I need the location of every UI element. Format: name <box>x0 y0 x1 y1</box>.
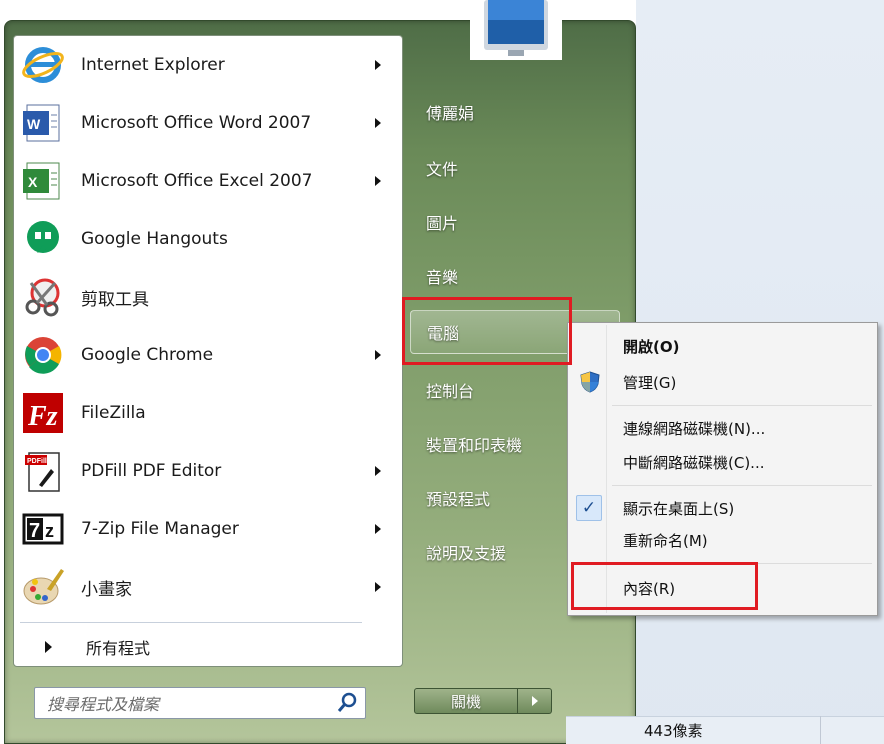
menu-item-rename[interactable]: 重新命名(M) <box>570 523 875 557</box>
link-label: 預設程式 <box>426 490 491 509</box>
menu-item-disconnect-network-drive[interactable]: 中斷網路磁碟機(C)... <box>570 445 875 479</box>
menu-separator <box>612 405 872 406</box>
link-user-folder[interactable]: 傅麗娟 <box>410 90 620 134</box>
highlight-properties <box>571 562 758 610</box>
menu-separator <box>612 485 872 486</box>
link-label: 控制台 <box>426 382 475 401</box>
submenu-arrow-icon <box>375 176 381 186</box>
hangouts-icon <box>19 215 67 263</box>
menu-item-label: 連線網路磁碟機(N)... <box>623 419 766 438</box>
menu-item-label: 顯示在桌面上(S) <box>623 499 735 518</box>
program-word-2007[interactable]: W Microsoft Office Word 2007 <box>17 96 399 150</box>
link-label: 圖片 <box>426 214 459 233</box>
paint-icon <box>19 563 67 611</box>
program-label: Google Hangouts <box>81 229 228 249</box>
program-label: Internet Explorer <box>81 55 225 75</box>
status-text: 443像素 <box>644 722 703 740</box>
link-label: 音樂 <box>426 268 459 287</box>
program-label: Google Chrome <box>81 345 214 365</box>
search-placeholder: 搜尋程式及檔案 <box>47 695 160 714</box>
shutdown-label: 關機 <box>450 692 481 711</box>
link-pictures[interactable]: 圖片 <box>410 200 620 244</box>
excel-icon: X <box>19 157 67 205</box>
program-label: 小畫家 <box>81 579 132 600</box>
program-excel-2007[interactable]: X Microsoft Office Excel 2007 <box>17 154 399 208</box>
link-music[interactable]: 音樂 <box>410 254 620 298</box>
7zip-icon: 7z <box>19 505 67 553</box>
menu-item-map-network-drive[interactable]: 連線網路磁碟機(N)... <box>570 411 875 445</box>
search-icon[interactable] <box>335 691 359 715</box>
program-google-chrome[interactable]: Google Chrome <box>17 328 399 382</box>
submenu-arrow-icon <box>375 582 381 592</box>
status-divider <box>820 716 821 744</box>
svg-text:X: X <box>28 174 38 190</box>
highlight-computer <box>402 297 572 365</box>
pdfill-icon: PDFill <box>19 447 67 495</box>
menu-item-label: 開啟(O) <box>623 337 680 356</box>
link-label: 文件 <box>426 160 459 179</box>
program-google-hangouts[interactable]: Google Hangouts <box>17 212 399 266</box>
all-programs-label: 所有程式 <box>86 639 151 658</box>
menu-item-label: 中斷網路磁碟機(C)... <box>623 453 765 472</box>
chevron-right-icon <box>531 696 538 706</box>
svg-text:Fz: Fz <box>27 401 58 432</box>
program-label: Microsoft Office Word 2007 <box>81 113 312 133</box>
submenu-arrow-icon <box>375 60 381 70</box>
link-label: 裝置和印表機 <box>426 436 523 455</box>
status-bar <box>566 716 884 744</box>
search-input[interactable]: 搜尋程式及檔案 <box>34 687 366 719</box>
submenu-arrow-icon <box>375 118 381 128</box>
checkmark-icon: ✓ <box>576 495 602 521</box>
internet-explorer-icon <box>19 41 67 89</box>
menu-item-label: 管理(G) <box>623 373 677 392</box>
submenu-arrow-icon <box>375 350 381 360</box>
expand-arrow-icon <box>45 641 52 653</box>
snipping-tool-icon <box>19 273 67 321</box>
submenu-arrow-icon <box>375 524 381 534</box>
program-label: PDFill PDF Editor <box>81 461 222 481</box>
program-pdfill-pdf-editor[interactable]: PDFill PDFill PDF Editor <box>17 444 399 498</box>
link-documents[interactable]: 文件 <box>410 146 620 190</box>
shutdown-options-button[interactable] <box>518 688 552 714</box>
menu-item-open[interactable]: 開啟(O) <box>570 329 875 363</box>
chrome-icon <box>19 331 67 379</box>
program-label: Microsoft Office Excel 2007 <box>81 171 313 191</box>
program-paint[interactable]: 小畫家 <box>17 560 399 614</box>
shutdown-button[interactable]: 關機 <box>414 688 518 714</box>
link-label: 傅麗娟 <box>426 104 475 123</box>
word-icon: W <box>19 99 67 147</box>
submenu-arrow-icon <box>375 466 381 476</box>
svg-text:z: z <box>45 521 54 541</box>
program-label: 剪取工具 <box>81 289 149 310</box>
program-label: 7-Zip File Manager <box>81 519 239 539</box>
separator <box>20 622 362 623</box>
svg-text:W: W <box>27 116 41 132</box>
program-internet-explorer[interactable]: Internet Explorer <box>17 38 399 92</box>
program-label: FileZilla <box>81 403 146 423</box>
svg-text:PDFill: PDFill <box>27 458 47 465</box>
program-7zip-file-manager[interactable]: 7z 7-Zip File Manager <box>17 502 399 556</box>
svg-text:7: 7 <box>29 520 40 542</box>
menu-item-show-on-desktop[interactable]: ✓ 顯示在桌面上(S) <box>570 491 875 525</box>
monitor-icon[interactable] <box>470 0 562 60</box>
program-snipping-tool[interactable]: 剪取工具 <box>17 270 399 324</box>
filezilla-icon: Fz <box>19 389 67 437</box>
link-label: 說明及支援 <box>426 544 507 563</box>
menu-item-manage[interactable]: 管理(G) <box>570 365 875 399</box>
uac-shield-icon <box>580 371 600 393</box>
program-filezilla[interactable]: Fz FileZilla <box>17 386 399 440</box>
all-programs-button[interactable]: 所有程式 <box>17 630 397 664</box>
menu-item-label: 重新命名(M) <box>623 531 708 550</box>
